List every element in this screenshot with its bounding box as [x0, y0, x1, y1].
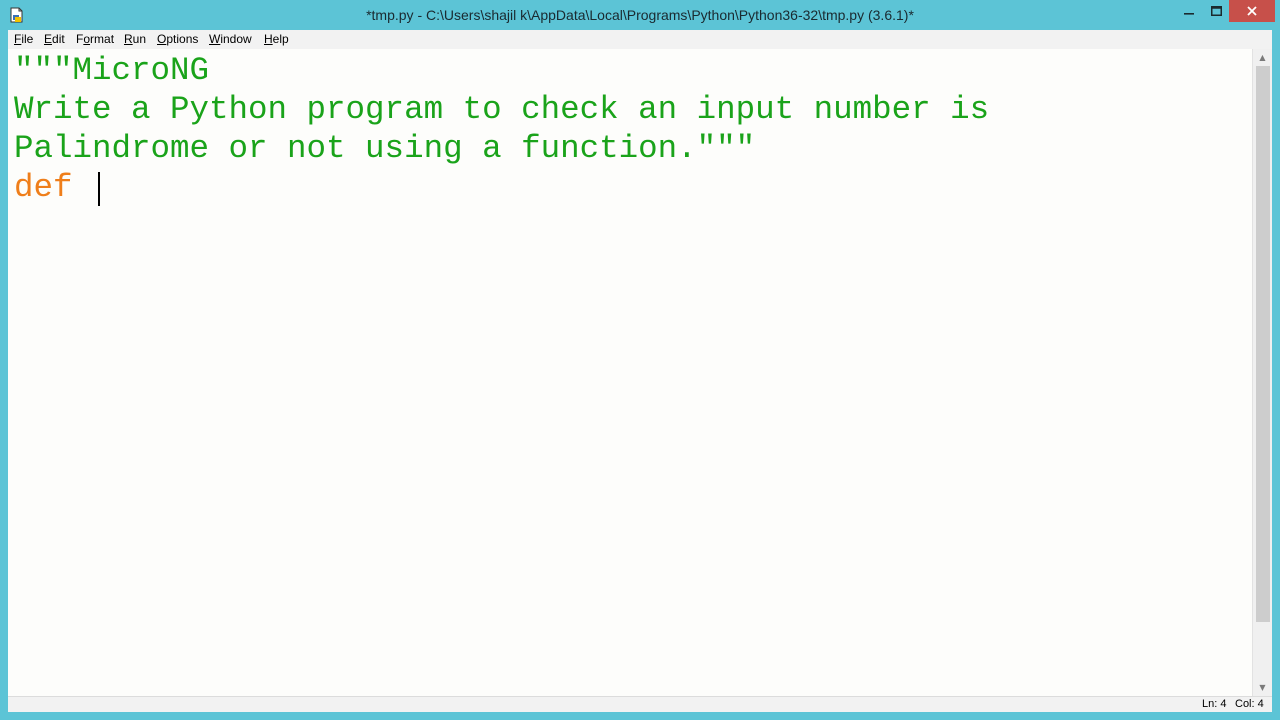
menu-edit[interactable]: Edit — [44, 32, 65, 46]
text-cursor — [98, 172, 100, 206]
maximize-button[interactable] — [1203, 0, 1229, 22]
minimize-button[interactable] — [1175, 0, 1203, 22]
menu-help[interactable]: Help — [264, 32, 289, 46]
close-icon — [1247, 6, 1257, 16]
title-bar[interactable]: *tmp.py - C:\Users\shajil k\AppData\Loca… — [0, 0, 1280, 30]
scroll-thumb[interactable] — [1256, 66, 1270, 622]
status-col: Col: 4 — [1235, 698, 1264, 710]
code-line-1: """MicroNG — [14, 52, 210, 89]
code-line-4-rest — [73, 169, 93, 206]
scroll-up-arrow-icon[interactable]: ▲ — [1253, 49, 1272, 66]
keyword-def: def — [14, 169, 73, 206]
idle-editor-window: *tmp.py - C:\Users\shajil k\AppData\Loca… — [0, 0, 1280, 720]
menu-window[interactable]: Window — [209, 32, 252, 46]
code-line-3: Palindrome or not using a function.""" — [14, 130, 756, 167]
menu-format[interactable]: Format — [76, 32, 114, 46]
close-button[interactable] — [1229, 0, 1275, 22]
window-title: *tmp.py - C:\Users\shajil k\AppData\Loca… — [366, 7, 914, 23]
vertical-scrollbar[interactable]: ▲ ▼ — [1252, 49, 1272, 696]
code-line-4: def — [14, 168, 92, 207]
maximize-icon — [1210, 6, 1222, 16]
status-bar: Ln: 4 Col: 4 — [8, 696, 1272, 712]
menu-options[interactable]: Options — [157, 32, 198, 46]
menu-file[interactable]: File — [14, 32, 33, 46]
scroll-down-arrow-icon[interactable]: ▼ — [1253, 679, 1272, 696]
menu-run[interactable]: Run — [124, 32, 146, 46]
code-line-2: Write a Python program to check an input… — [14, 91, 990, 128]
status-line: Ln: 4 — [1202, 698, 1227, 710]
code-editor[interactable]: """MicroNG Write a Python program to che… — [8, 49, 1252, 696]
menu-bar: File Edit Format Run Options Window Help — [8, 30, 1272, 49]
minimize-icon — [1184, 13, 1194, 15]
